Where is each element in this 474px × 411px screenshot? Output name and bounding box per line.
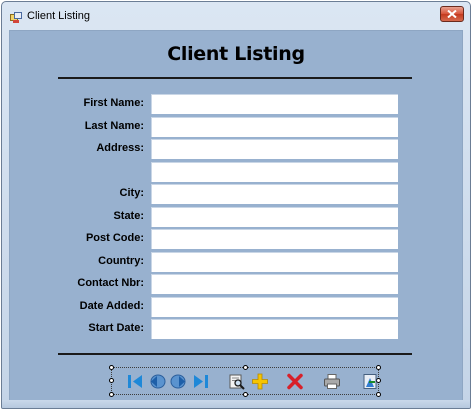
contact-nbr-input[interactable]: [151, 274, 398, 294]
resize-handle[interactable]: [243, 392, 248, 397]
start-date-label: Start Date:: [88, 322, 144, 334]
country-label: Country:: [98, 255, 144, 267]
close-button[interactable]: [440, 6, 464, 22]
app-form-icon: [10, 11, 22, 23]
print-icon: [324, 374, 340, 389]
date-added-input[interactable]: [151, 297, 398, 317]
state-input[interactable]: [151, 207, 398, 227]
last-name-label: Last Name:: [84, 120, 144, 132]
last-name-input[interactable]: [151, 117, 398, 137]
address-line1-input[interactable]: [151, 139, 398, 159]
start-date-input[interactable]: [151, 319, 398, 339]
last-record-icon: [194, 375, 208, 388]
title-bar[interactable]: Client Listing: [2, 2, 470, 30]
first-name-label: First Name:: [83, 97, 144, 109]
city-label: City:: [119, 187, 144, 199]
top-divider: [58, 77, 412, 79]
state-label: State:: [113, 210, 144, 222]
resize-handle[interactable]: [376, 392, 381, 397]
form-heading: Client Listing: [167, 43, 305, 65]
add-record-icon: [252, 373, 268, 390]
window-title: Client Listing: [27, 10, 90, 22]
close-icon: [447, 10, 457, 18]
form-client-area: Client Listing First Name: Last Name: Ad…: [9, 30, 463, 402]
exit-button[interactable]: [361, 373, 379, 390]
contact-nbr-label: Contact Nbr:: [77, 277, 144, 289]
address-label: Address:: [96, 142, 144, 154]
bottom-divider: [58, 353, 412, 355]
city-input[interactable]: [151, 184, 398, 204]
previous-record-icon: [150, 374, 166, 389]
delete-record-button[interactable]: [286, 373, 304, 390]
next-record-button[interactable]: [170, 373, 188, 390]
client-listing-window: Client Listing Client Listing First Name…: [1, 1, 471, 409]
next-record-icon: [170, 374, 186, 389]
find-record-button[interactable]: [228, 373, 246, 390]
add-record-button[interactable]: [251, 373, 269, 390]
resize-handle[interactable]: [109, 365, 114, 370]
resize-handle[interactable]: [243, 365, 248, 370]
country-input[interactable]: [151, 252, 398, 272]
first-name-input[interactable]: [151, 94, 398, 114]
first-record-button[interactable]: [126, 373, 144, 390]
exit-icon: [363, 374, 377, 389]
resize-handle[interactable]: [109, 378, 114, 383]
find-record-icon: [229, 374, 245, 390]
last-record-button[interactable]: [192, 373, 210, 390]
window-bottom-frame: [2, 400, 470, 408]
post-code-label: Post Code:: [85, 232, 144, 244]
record-navigator-toolstrip[interactable]: [109, 365, 381, 397]
date-added-label: Date Added:: [79, 300, 144, 312]
delete-record-icon: [287, 373, 303, 390]
address-line2-input[interactable]: [151, 162, 398, 182]
resize-handle[interactable]: [109, 392, 114, 397]
first-record-icon: [128, 375, 142, 388]
previous-record-button[interactable]: [148, 373, 166, 390]
resize-handle[interactable]: [376, 365, 381, 370]
post-code-input[interactable]: [151, 229, 398, 249]
print-button[interactable]: [323, 373, 341, 390]
